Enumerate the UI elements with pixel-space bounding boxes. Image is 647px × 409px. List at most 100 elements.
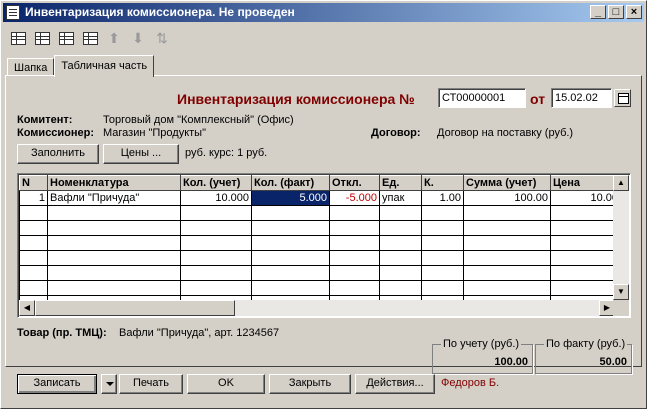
table-cell[interactable]: [180, 265, 252, 281]
table-cell[interactable]: 1.00: [421, 190, 464, 206]
horizontal-scrollbar[interactable]: ◀ ▶: [19, 300, 615, 316]
table-cell[interactable]: [251, 280, 330, 296]
column-header[interactable]: N: [19, 175, 48, 191]
column-header[interactable]: Кол. (учет): [180, 175, 252, 191]
delete-row-icon[interactable]: [57, 29, 75, 47]
table-cell[interactable]: 10.00: [550, 190, 621, 206]
column-header[interactable]: Сумма (учет): [463, 175, 551, 191]
table-cell[interactable]: [421, 265, 464, 281]
table-cell[interactable]: [180, 220, 252, 236]
commissioner-value[interactable]: Магазин "Продукты": [103, 127, 206, 139]
actions-button[interactable]: Действия...: [355, 374, 435, 394]
save-button[interactable]: Записать: [17, 374, 97, 394]
column-header[interactable]: Кол. (факт): [251, 175, 330, 191]
sort-icon[interactable]: ⇅: [153, 29, 171, 47]
table-cell[interactable]: [19, 250, 48, 266]
table-cell[interactable]: [550, 280, 621, 296]
copy-row-icon[interactable]: [33, 29, 51, 47]
tab-header[interactable]: Шапка: [7, 58, 55, 76]
column-header[interactable]: Откл.: [329, 175, 380, 191]
empty-row[interactable]: [19, 250, 621, 266]
table-cell[interactable]: [329, 280, 380, 296]
table-cell[interactable]: [379, 235, 422, 251]
column-header[interactable]: Ед.: [379, 175, 422, 191]
table-cell[interactable]: [19, 235, 48, 251]
table-cell[interactable]: [421, 235, 464, 251]
table-cell[interactable]: [47, 265, 181, 281]
horizontal-scroll-thumb[interactable]: [35, 300, 235, 316]
close-button[interactable]: Закрыть: [269, 374, 351, 394]
vertical-scrollbar[interactable]: ▲ ▼: [613, 175, 629, 300]
column-header[interactable]: Номенклатура: [47, 175, 181, 191]
committent-value[interactable]: Торговый дом "Комплексный" (Офис): [103, 114, 294, 126]
table-cell[interactable]: [550, 220, 621, 236]
table-cell[interactable]: [19, 205, 48, 221]
table-cell[interactable]: 5.000: [251, 190, 330, 206]
table-cell[interactable]: [379, 280, 422, 296]
maximize-button[interactable]: □: [608, 5, 624, 19]
table-cell[interactable]: [47, 280, 181, 296]
title-bar[interactable]: Инвентаризация комиссионера. Не проведен…: [3, 3, 644, 22]
empty-row[interactable]: [19, 235, 621, 251]
document-date-field[interactable]: 15.02.02: [551, 88, 612, 108]
table-cell[interactable]: [329, 220, 380, 236]
prices-button[interactable]: Цены ...: [103, 144, 179, 164]
table-cell[interactable]: [180, 250, 252, 266]
items-table[interactable]: N Номенклатура Кол. (учет) Кол. (факт) Откл.…: [17, 173, 631, 318]
table-cell[interactable]: [550, 250, 621, 266]
table-cell[interactable]: [47, 250, 181, 266]
table-cell[interactable]: [180, 205, 252, 221]
table-cell[interactable]: [47, 205, 181, 221]
edit-row-icon[interactable]: [81, 29, 99, 47]
table-cell[interactable]: [463, 250, 551, 266]
table-cell[interactable]: [550, 265, 621, 281]
table-row[interactable]: 1 Вафли "Причуда" 10.000 5.000 -5.000 упак 1.0…: [19, 190, 621, 206]
table-cell[interactable]: [47, 235, 181, 251]
empty-row[interactable]: [19, 280, 621, 296]
save-options-dropdown[interactable]: [101, 374, 117, 394]
table-cell[interactable]: [251, 235, 330, 251]
table-cell[interactable]: [463, 265, 551, 281]
table-cell[interactable]: [421, 205, 464, 221]
ok-button[interactable]: OK: [187, 374, 265, 394]
table-cell[interactable]: [463, 280, 551, 296]
table-cell[interactable]: [47, 220, 181, 236]
table-cell[interactable]: Вафли "Причуда": [47, 190, 181, 206]
table-cell[interactable]: [251, 265, 330, 281]
table-cell[interactable]: 100.00: [463, 190, 551, 206]
table-cell[interactable]: [251, 220, 330, 236]
table-cell[interactable]: [379, 220, 422, 236]
add-row-icon[interactable]: [9, 29, 27, 47]
table-cell[interactable]: [550, 235, 621, 251]
scroll-up-button[interactable]: ▲: [613, 175, 629, 191]
table-cell[interactable]: [251, 205, 330, 221]
table-cell[interactable]: [180, 280, 252, 296]
table-cell[interactable]: [463, 220, 551, 236]
table-cell[interactable]: [379, 205, 422, 221]
table-cell[interactable]: [329, 205, 380, 221]
empty-row[interactable]: [19, 265, 621, 281]
table-cell[interactable]: [329, 235, 380, 251]
calendar-icon[interactable]: [614, 89, 631, 107]
table-cell[interactable]: [379, 250, 422, 266]
close-window-button[interactable]: ×: [626, 5, 642, 19]
table-cell[interactable]: [19, 280, 48, 296]
table-cell[interactable]: [19, 220, 48, 236]
table-cell[interactable]: упак: [379, 190, 422, 206]
table-cell[interactable]: 10.000: [180, 190, 252, 206]
table-cell[interactable]: [180, 235, 252, 251]
fill-button[interactable]: Заполнить: [17, 144, 99, 164]
empty-row[interactable]: [19, 205, 621, 221]
table-cell[interactable]: [251, 250, 330, 266]
table-cell[interactable]: [379, 265, 422, 281]
empty-row[interactable]: [19, 220, 621, 236]
table-cell[interactable]: -5.000: [329, 190, 380, 206]
column-header[interactable]: Цена: [550, 175, 621, 191]
table-cell[interactable]: [421, 250, 464, 266]
table-cell[interactable]: [421, 280, 464, 296]
move-up-icon[interactable]: ⬆: [105, 29, 123, 47]
contract-value[interactable]: Договор на поставку (руб.): [437, 127, 573, 139]
table-cell[interactable]: [421, 220, 464, 236]
table-cell[interactable]: [19, 265, 48, 281]
tab-table-part[interactable]: Табличная часть: [54, 55, 155, 77]
